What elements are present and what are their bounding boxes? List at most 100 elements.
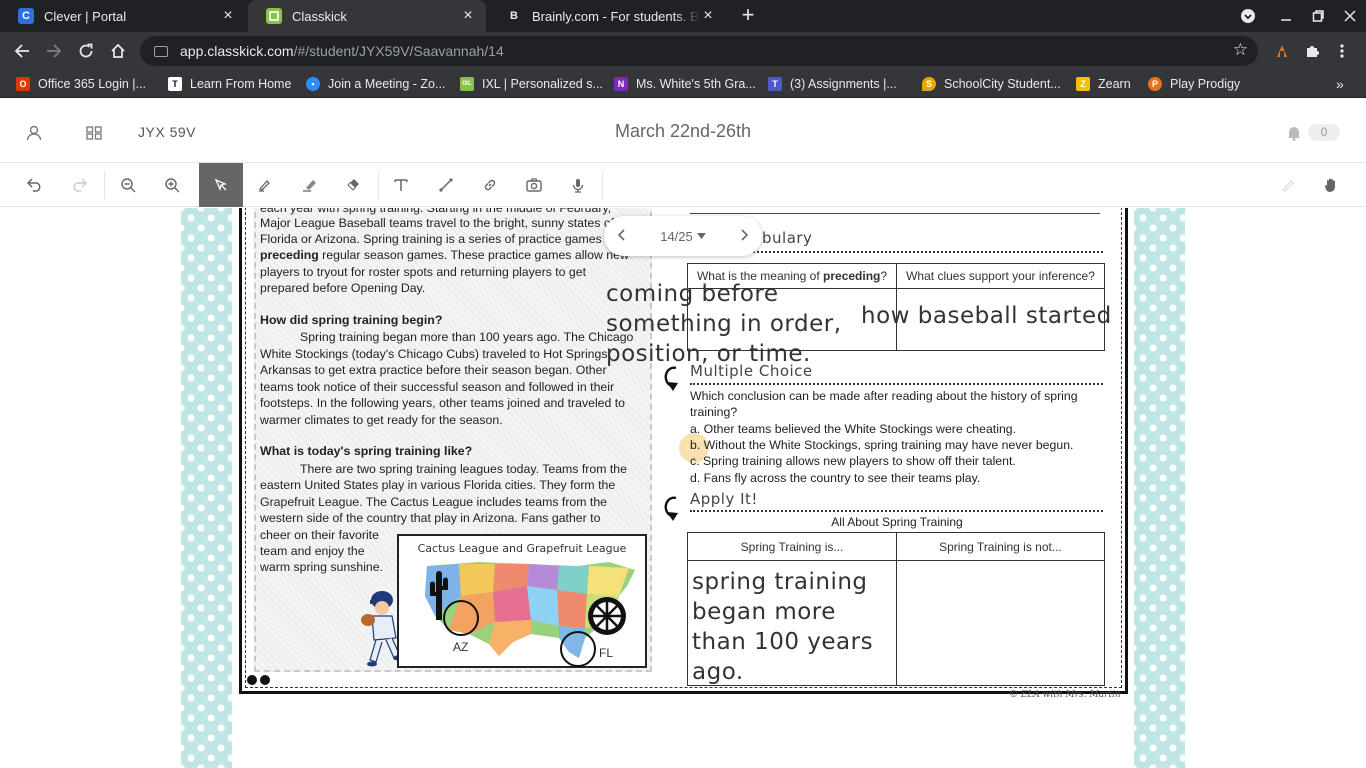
home-icon[interactable] — [103, 36, 133, 66]
spring-is-not-header: Spring Training is not... — [896, 532, 1105, 561]
passage-line: There are two spring training leagues to… — [300, 462, 627, 476]
bell-icon[interactable] — [1284, 123, 1304, 143]
tab-search-icon[interactable] — [1232, 0, 1264, 32]
bookmark-prodigy[interactable]: P Play Prodigy — [1148, 75, 1240, 93]
close-window-icon[interactable] — [1334, 0, 1366, 32]
classkick-header: JYX 59V March 22nd-26th 0 — [0, 103, 1366, 163]
bookmarks-overflow-icon[interactable]: » — [1336, 75, 1344, 93]
passage-line: players to tryout for roster spots and r… — [260, 265, 587, 279]
dotted-divider — [690, 510, 1103, 512]
back-icon[interactable] — [7, 36, 37, 66]
prev-page-icon[interactable] — [617, 228, 626, 244]
menu-kebab-icon[interactable] — [1328, 36, 1356, 66]
top-rule — [690, 213, 1100, 214]
next-page-icon[interactable] — [740, 228, 749, 244]
apply-caption: All About Spring Training — [831, 515, 963, 529]
bookmark-ixl[interactable]: IXL IXL | Personalized s... — [460, 75, 603, 93]
line-tool-icon[interactable] — [424, 163, 468, 207]
bookmark-learn-from-home[interactable]: T Learn From Home — [168, 75, 291, 93]
bookmark-office365[interactable]: O Office 365 Login |... — [16, 75, 146, 93]
fl-circle-marker — [560, 631, 596, 667]
zoom-icon: ▪ — [306, 77, 320, 91]
link-tool-icon[interactable] — [468, 163, 512, 207]
league-map: Cactus League and Grapefruit League AZ F… — [397, 534, 647, 668]
tools-bar — [0, 163, 1366, 207]
text-tool-icon[interactable] — [379, 163, 423, 207]
mc-option-d[interactable]: d. Fans fly across the country to see th… — [690, 470, 980, 486]
mc-question: Which conclusion can be made after readi… — [690, 389, 1078, 403]
close-tab-icon[interactable]: × — [700, 7, 716, 25]
zoom-out-icon[interactable] — [106, 163, 150, 207]
divider — [104, 171, 105, 199]
zoom-in-icon[interactable] — [150, 163, 194, 207]
student-answer-meaning[interactable]: coming before something in order, positi… — [606, 279, 842, 369]
passage-line: prepared before Opening Day. — [260, 281, 426, 295]
student-answer-spring-is[interactable]: spring training began more than 100 year… — [692, 567, 873, 687]
undo-icon[interactable] — [13, 163, 57, 207]
new-tab-button[interactable]: + — [736, 4, 760, 28]
extension-icon[interactable] — [1268, 36, 1296, 66]
close-tab-icon[interactable]: × — [460, 7, 476, 25]
pointer-tool-icon[interactable] — [199, 163, 243, 207]
passage-heading: What is today's spring training like? — [260, 444, 473, 458]
passage-line: western side of the country that play in… — [260, 511, 601, 525]
tab-title: Classkick — [292, 8, 347, 24]
mc-option-b[interactable]: b. Without the White Stockings, spring t… — [690, 437, 1073, 453]
mc-option-a[interactable]: a. Other teams believed the White Stocki… — [690, 421, 1016, 437]
spring-is-not-answer-cell[interactable] — [896, 560, 1105, 686]
mc-option-c[interactable]: c. Spring training allows new players to… — [690, 453, 1016, 469]
onenote-icon: N — [614, 77, 628, 91]
copyright-text: © ELA with Mrs. Martin — [1009, 690, 1121, 700]
passage-heading: How did spring training begin? — [260, 313, 443, 327]
polka-dot-background — [181, 208, 233, 768]
tab-brainly[interactable]: B Brainly.com - For students. By st × — [488, 0, 726, 32]
student-answer-clues[interactable]: how baseball started — [861, 301, 1112, 331]
teams-icon: T — [768, 77, 782, 91]
chevron-down-icon — [696, 233, 706, 239]
minimize-icon[interactable] — [1270, 0, 1302, 32]
apply-it-title: Apply It! — [690, 490, 758, 508]
page-select[interactable]: 14/25 — [660, 229, 706, 244]
divider — [602, 171, 603, 199]
reload-icon[interactable] — [71, 36, 101, 66]
camera-tool-icon[interactable] — [512, 163, 556, 207]
bookmark-star-icon[interactable]: ☆ — [1233, 40, 1248, 60]
pen-tool-icon[interactable] — [243, 163, 287, 207]
bookmark-zoom[interactable]: ▪ Join a Meeting - Zo... — [306, 75, 445, 93]
close-tab-icon[interactable]: × — [220, 7, 236, 25]
eraser-tool-icon[interactable] — [331, 163, 375, 207]
url-text: app.classkick.com/#/student/JYX59V/Saava… — [180, 43, 504, 59]
extensions-puzzle-icon[interactable] — [1298, 36, 1326, 66]
worksheet-canvas[interactable]: each year with spring training. Starting… — [0, 208, 1366, 768]
notification-count-badge[interactable]: 0 — [1308, 124, 1340, 141]
forward-icon[interactable] — [39, 36, 69, 66]
bookmark-assignments[interactable]: T (3) Assignments |... — [768, 75, 897, 93]
bookmarks-bar: O Office 365 Login |... T Learn From Home … — [0, 70, 1366, 98]
curved-arrow-icon — [664, 496, 678, 521]
curved-arrow-icon — [664, 366, 678, 391]
polka-dot-background — [1133, 208, 1185, 768]
passage-line: Major League Baseball teams travel to th… — [260, 216, 615, 230]
bookmark-zearn[interactable]: Z Zearn — [1076, 75, 1131, 93]
hand-pan-icon[interactable] — [1309, 163, 1353, 207]
ixl-icon: IXL — [460, 77, 474, 91]
bookmark-ms-white[interactable]: N Ms. White's 5th Gra... — [614, 75, 756, 93]
restore-icon[interactable] — [1302, 0, 1334, 32]
address-bar[interactable]: app.classkick.com/#/student/JYX59V/Saava… — [140, 36, 1258, 66]
tab-classkick[interactable]: Classkick × — [248, 0, 486, 32]
page-title: March 22nd-26th — [614, 121, 752, 141]
bookmark-schoolcity[interactable]: S SchoolCity Student... — [922, 75, 1061, 93]
passage-line: White Stockings (today's Chicago Cubs) t… — [260, 347, 611, 361]
tab-clever[interactable]: C Clever | Portal × — [0, 0, 246, 32]
classkick-favicon-icon — [266, 8, 282, 24]
prodigy-icon: P — [1148, 77, 1162, 91]
microphone-tool-icon[interactable] — [556, 163, 600, 207]
brainly-favicon-icon: B — [506, 8, 522, 24]
decorative-dots — [247, 675, 270, 685]
highlighter-tool-icon[interactable] — [288, 163, 332, 207]
passage-line: teams took notice of their successful se… — [260, 380, 615, 394]
vocab-clues-header: What clues support your inference? — [896, 263, 1105, 289]
redo-icon[interactable] — [57, 163, 101, 207]
az-circle-marker — [443, 600, 479, 636]
site-info-icon[interactable] — [154, 45, 168, 57]
